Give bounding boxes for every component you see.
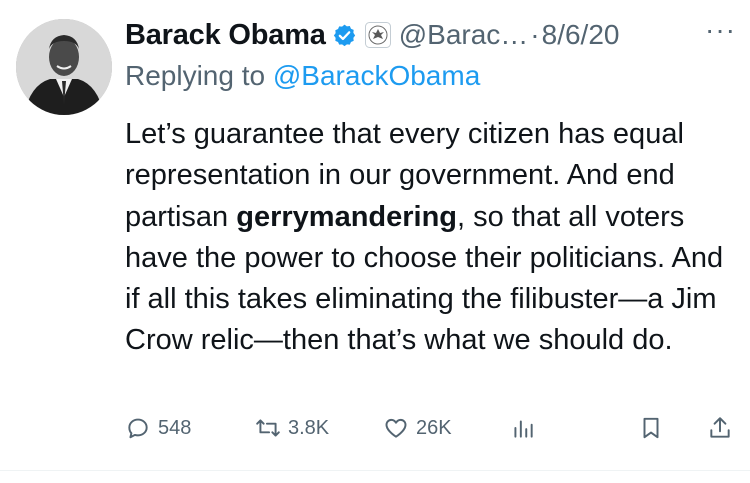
reply-count: 548 [158,416,192,439]
tweet-date[interactable]: 8/6/20 [542,19,620,51]
reply-button[interactable]: 548 [125,415,191,441]
reply-icon [128,418,148,439]
author-name[interactable]: Barack Obama [125,19,326,52]
more-icon[interactable]: ··· [705,16,736,54]
replying-to-label: Replying to [125,60,273,91]
tweet-text-bold: gerrymandering [236,200,458,233]
retweet-count: 3.8K [288,416,330,439]
share-icon [710,417,730,438]
bookmark-button[interactable] [638,415,664,441]
heart-icon [385,418,407,438]
verified-badge-icon [332,23,357,48]
header-separator: · [530,19,540,50]
views-button[interactable] [510,415,536,441]
retweet-icon [256,419,280,437]
views-icon [514,420,533,438]
like-count: 26K [416,416,452,439]
share-button[interactable] [707,415,733,441]
affiliation-seal-icon[interactable] [364,22,391,48]
bookmark-icon [643,417,659,439]
like-button[interactable]: 26K [383,415,452,441]
avatar-image [16,19,112,115]
avatar[interactable] [16,19,112,115]
retweet-button[interactable]: 3.8K [255,415,329,441]
replying-to-mention[interactable]: @BarackObama [273,60,480,91]
replying-to: Replying to @BarackObama [125,60,480,92]
action-bar: 548 3.8K 26K [125,415,735,447]
tweet-header: Barack Obama @Barac… · 8/6/20 ··· [125,14,736,56]
author-handle[interactable]: @Barac… [399,19,529,51]
tweet[interactable]: Barack Obama @Barac… · 8/6/20 ··· Replyi… [0,0,750,483]
divider [0,470,750,471]
tweet-text: Let’s guarantee that every citizen has e… [125,114,725,362]
